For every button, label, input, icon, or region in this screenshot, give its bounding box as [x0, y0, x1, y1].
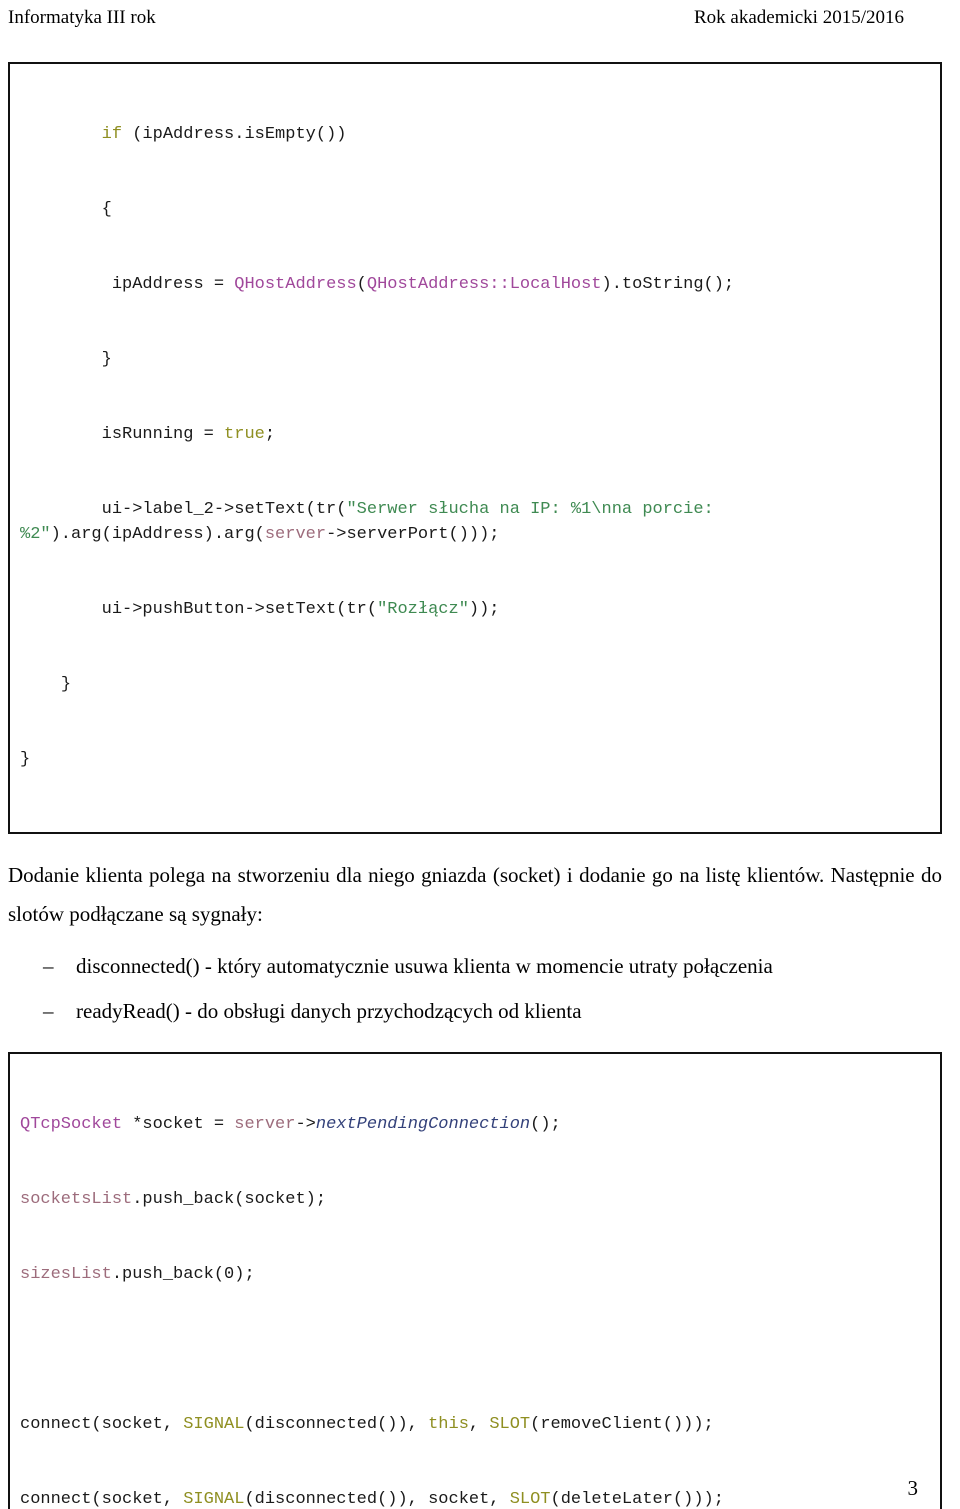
code-token-plain: ).toString();	[601, 275, 735, 294]
code-token-plain: ->serverPort()));	[326, 525, 500, 544]
list-item-label: readyRead() - do obsługi danych przychod…	[76, 999, 582, 1023]
running-header: Informatyka III rok Rok akademicki 2015/…	[8, 6, 950, 32]
document-content: if (ipAddress.isEmpty()) { ipAddress = Q…	[8, 62, 942, 1509]
code-line: socketsList.push_back(socket);	[20, 1187, 930, 1212]
code-token-identifier: server	[234, 1115, 296, 1134]
list-item-label: disconnected() - który automatycznie usu…	[76, 954, 773, 978]
code-token-class: QHostAddress::LocalHost	[366, 275, 602, 294]
code-token-plain: (disconnected()),	[244, 1415, 429, 1434]
code-token-plain: ->	[295, 1115, 316, 1134]
code-token-plain: .push_back(socket);	[132, 1190, 327, 1209]
code-token-plain: .push_back(0);	[111, 1265, 255, 1284]
dash-bullet-icon: –	[43, 954, 54, 978]
code-token-plain: }	[60, 675, 72, 694]
code-token-plain: ));	[468, 600, 500, 619]
code-token-plain: *socket =	[122, 1115, 235, 1134]
document-page: Informatyka III rok Rok akademicki 2015/…	[0, 0, 960, 1509]
code-token-plain: ();	[530, 1115, 561, 1134]
code-token-string: "Rozłącz"	[377, 600, 469, 619]
code-token-plain: (	[356, 275, 367, 294]
code-token-macro: SLOT	[489, 1415, 531, 1434]
dash-bullet-icon: –	[43, 999, 54, 1023]
code-token-plain: ).arg(ipAddress).arg(	[50, 525, 265, 544]
code-block-new-connection: QTcpSocket *socket = server->nextPending…	[8, 1052, 942, 1509]
code-token-macro: SIGNAL	[183, 1415, 245, 1434]
code-line: if (ipAddress.isEmpty())	[20, 122, 930, 147]
code-line: }	[20, 747, 930, 772]
code-line: QTcpSocket *socket = server->nextPending…	[20, 1112, 930, 1137]
code-token-plain: ipAddress =	[101, 275, 235, 294]
code-token-function: nextPendingConnection	[315, 1115, 531, 1134]
code-line: }	[20, 347, 930, 372]
list-item: – readyRead() - do obsługi danych przych…	[8, 989, 942, 1034]
code-token-identifier: server	[264, 525, 327, 544]
code-token-keyword: if	[101, 125, 123, 144]
code-token-class: QTcpSocket	[20, 1115, 123, 1134]
code-line: connect(socket, SIGNAL(disconnected()), …	[20, 1412, 930, 1437]
header-course-label: Informatyka III rok	[8, 7, 156, 28]
code-line: isRunning = true;	[20, 422, 930, 447]
code-line: ipAddress = QHostAddress(QHostAddress::L…	[20, 272, 930, 297]
code-line: }	[20, 672, 930, 697]
header-academic-year: Rok akademicki 2015/2016	[693, 7, 904, 28]
code-token-identifier: socketsList	[20, 1190, 133, 1209]
code-token-plain: ui->pushButton->setText(tr(	[101, 600, 378, 619]
code-token-keyword: true	[224, 425, 265, 444]
paragraph-adding-client: Dodanie klienta polega na stworzeniu dla…	[8, 863, 942, 926]
code-token-plain: (ipAddress.isEmpty())	[122, 125, 347, 144]
code-token-plain: }	[20, 750, 31, 769]
signal-slot-list: – disconnected() - który automatycznie u…	[8, 944, 942, 1034]
list-item: – disconnected() - który automatycznie u…	[8, 944, 942, 989]
code-token-plain: ,	[468, 1415, 490, 1434]
code-token-plain: {	[101, 200, 112, 219]
code-line: ui->pushButton->setText(tr("Rozłącz"));	[20, 597, 930, 622]
code-token-class: QHostAddress	[234, 275, 357, 294]
code-token-plain: isRunning =	[101, 425, 225, 444]
code-token-plain: ;	[264, 425, 276, 444]
code-token-identifier: sizesList	[20, 1265, 112, 1284]
page-number: 3	[907, 1476, 919, 1500]
code-line: sizesList.push_back(0);	[20, 1262, 930, 1287]
code-line: ui->label_2->setText(tr("Serwer słucha n…	[20, 497, 930, 547]
code-line: {	[20, 197, 930, 222]
code-token-plain: connect(socket,	[20, 1415, 184, 1434]
code-token-plain: (removeClient()));	[530, 1415, 714, 1434]
code-token-plain: ui->label_2->setText(tr(	[101, 500, 347, 519]
code-token-plain: }	[101, 350, 112, 369]
code-token-keyword: this	[428, 1415, 469, 1434]
code-block-server-listen: if (ipAddress.isEmpty()) { ipAddress = Q…	[8, 62, 942, 834]
